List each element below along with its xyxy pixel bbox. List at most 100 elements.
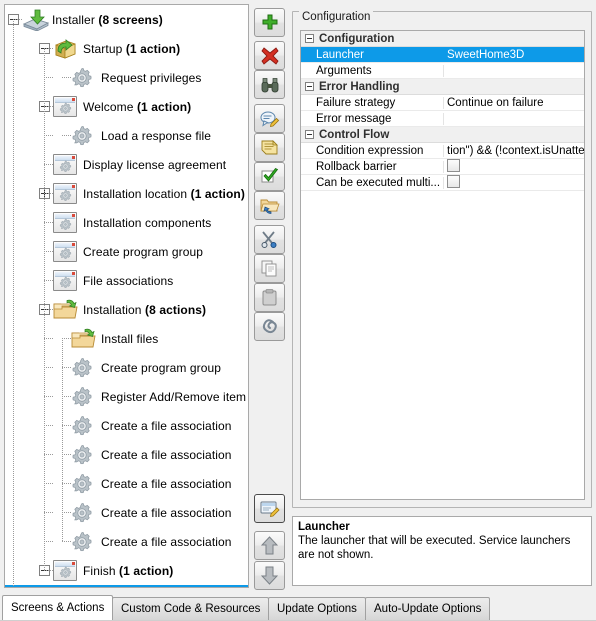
tree-item[interactable]: Installation components [5,208,248,237]
property-value[interactable] [444,158,584,175]
screen-icon [53,183,77,204]
tree-guide-line [44,570,53,571]
notepad-icon [260,139,279,156]
tab-screens-actions[interactable]: Screens & Actions [2,595,114,620]
property-name: Error message [301,112,444,125]
property-value[interactable]: SweetHome3D [444,49,584,61]
group-button[interactable] [254,191,285,220]
checkbox[interactable] [447,158,460,172]
tree-item[interactable]: Load a response file [5,121,248,150]
folder-icon [71,328,96,352]
tree-item[interactable]: Create a file association [5,440,248,469]
gear-icon [71,444,93,469]
edit-screen-button[interactable] [254,494,285,523]
tree-item-label: Create program group [83,244,204,259]
paste-button[interactable] [254,283,285,312]
add-button[interactable] [254,8,285,37]
tree-item-label: File associations [83,273,174,288]
tab-label: Auto-Update Options [374,603,482,615]
property-name: Arguments [301,64,444,77]
property-table[interactable]: Configuration Launcher SweetHome3D Argument… [300,30,585,500]
tree-item[interactable]: Register Add/Remove item [5,382,248,411]
property-value[interactable]: Continue on failure [444,97,584,109]
property-row[interactable]: Launcher SweetHome3D [301,47,584,63]
property-value[interactable]: tion") && (!context.isUnatte [444,145,584,157]
tree-guide-line [62,367,71,368]
property-category-row[interactable]: Control Flow [301,127,584,143]
screen-icon [53,270,77,291]
tree-item[interactable]: Finish (1 action) [5,556,248,585]
property-category-label: Error Handling [319,80,400,93]
tree-guide-line [62,454,71,455]
property-row[interactable]: Error message [301,111,584,127]
tree-item[interactable]: Create program group [5,237,248,266]
tree-item[interactable]: Create a file association [5,411,248,440]
tree-item[interactable]: Installer (8 screens) [5,5,248,34]
property-row[interactable]: Rollback barrier [301,158,584,175]
gear-icon [71,531,93,556]
tree-guide-line [44,280,53,281]
tree-item[interactable]: Installation (8 actions) [5,295,248,324]
tree-item[interactable]: File associations [5,266,248,295]
tree-item[interactable]: Installation location (1 action) [5,179,248,208]
property-name: Can be executed multi... [301,176,444,189]
tree-item[interactable]: Request privileges [5,63,248,92]
property-category-row[interactable]: Error Handling [301,79,584,95]
tree-guide-line [44,164,53,165]
tree-item[interactable]: Install files [5,324,248,353]
tree-guide-line [44,309,53,310]
tab-auto-update-options[interactable]: Auto-Update Options [365,597,491,620]
tree-item[interactable]: Create program group [5,353,248,382]
collapse-icon[interactable] [305,82,314,91]
notes-button[interactable] [254,133,285,162]
tree-item[interactable]: Execute launcher [5,585,248,587]
property-row[interactable]: Condition expression tion") && (!context.… [301,143,584,159]
property-row[interactable]: Can be executed multi... [301,174,584,191]
tab-label: Update Options [277,603,357,615]
property-row[interactable]: Arguments [301,63,584,79]
tree-item-label: Request privileges [101,70,202,85]
tree-guide-line [62,396,71,397]
tree-guide-line [62,77,71,78]
screen-icon [53,212,77,233]
collapse-icon[interactable] [305,130,314,139]
tree-item[interactable]: Create a file association [5,527,248,556]
tree-item-label: Create a file association [101,418,232,433]
cut-button[interactable] [254,225,285,254]
paperclip-icon [260,318,279,335]
gear-icon [71,125,93,150]
tree-item[interactable]: Welcome (1 action) [5,92,248,121]
tree-guide-line [44,135,53,136]
rename-button[interactable] [254,104,285,133]
tree-item-label: Startup (1 action) [83,41,181,56]
tab-label: Custom Code & Resources [121,603,261,615]
tree-item[interactable]: Create a file association [5,498,248,527]
enable-button[interactable] [254,162,285,191]
collapse-icon[interactable] [305,34,314,43]
delete-button[interactable] [254,41,285,70]
tree-item[interactable]: Create a file association [5,469,248,498]
tree-guide-line [62,338,63,541]
description-box: Launcher The launcher that will be execu… [292,516,592,586]
find-button[interactable] [254,70,285,99]
tree-item-label: Installation components [83,215,212,230]
gear-icon [71,386,93,411]
link-button[interactable] [254,312,285,341]
configuration-group-box: Configuration Configuration Launcher Sweet… [292,11,592,508]
tree-item[interactable]: Display license agreement [5,150,248,179]
property-name: Condition expression [301,144,444,157]
tab-update-options[interactable]: Update Options [268,597,366,620]
checkbox[interactable] [447,174,460,188]
tree-item[interactable]: Startup (1 action) [5,34,248,63]
property-category-row[interactable]: Configuration [301,31,584,47]
move-up-button[interactable] [254,531,285,560]
copy-button[interactable] [254,254,285,283]
property-value[interactable] [444,174,584,191]
tree-guide-line [44,512,53,513]
move-down-button[interactable] [254,561,285,590]
tab-custom-code-resources[interactable]: Custom Code & Resources [112,597,270,620]
property-row[interactable]: Failure strategy Continue on failure [301,95,584,111]
tree-guide-line [44,222,53,223]
screens-actions-tree[interactable]: Installer (8 screens) Startup (1 action) R… [4,4,249,588]
folder-icon [53,299,78,323]
